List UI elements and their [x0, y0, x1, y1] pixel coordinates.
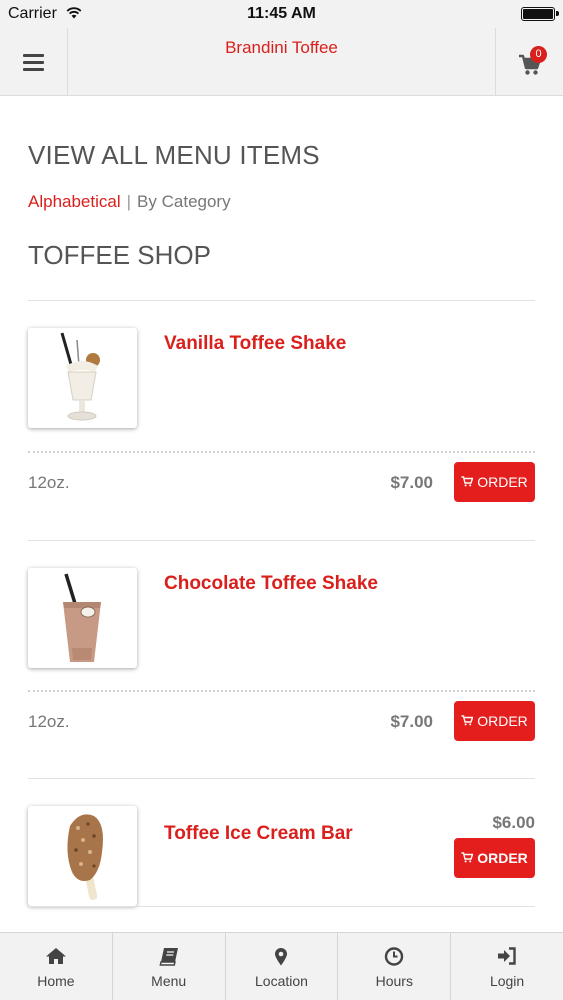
page-title: VIEW ALL MENU ITEMS — [28, 140, 320, 170]
order-button-label: ORDER — [477, 474, 528, 490]
tab-login[interactable]: Login — [451, 933, 563, 1000]
item-dotted-divider — [28, 451, 535, 453]
order-button[interactable]: ORDER — [454, 462, 535, 502]
cart-button[interactable]: 0 — [495, 28, 563, 96]
app-header: Brandini Toffee 0 — [0, 28, 563, 96]
tab-label: Login — [489, 973, 525, 989]
item-dotted-divider — [28, 690, 535, 692]
vanilla-shake-image[interactable] — [28, 328, 137, 428]
sort-alphabetical-link[interactable]: Alphabetical — [28, 192, 121, 211]
item-size: 12oz. — [28, 473, 70, 492]
cart-icon — [461, 713, 474, 729]
tab-label: Home — [37, 973, 75, 989]
map-pin-icon — [274, 947, 288, 971]
order-button-label: ORDER — [477, 850, 528, 866]
item-name[interactable]: Toffee Ice Cream Bar — [164, 823, 353, 845]
item-divider — [28, 906, 535, 907]
sort-by-category-link[interactable]: By Category — [137, 192, 231, 211]
item-divider — [28, 778, 535, 779]
order-button[interactable]: ORDER — [454, 701, 535, 741]
tab-label: Location — [255, 973, 308, 989]
tab-menu[interactable]: Menu — [113, 933, 226, 1000]
item-name[interactable]: Chocolate Toffee Shake — [164, 573, 378, 595]
status-time: 11:45 AM — [247, 5, 316, 22]
item-price: $6.00 — [492, 813, 535, 832]
bottom-tab-bar: Home Menu Location Hours Login — [0, 932, 563, 1000]
hamburger-menu-button[interactable] — [0, 28, 68, 96]
tab-label: Menu — [151, 973, 187, 989]
clock-icon — [385, 947, 404, 971]
book-icon — [159, 947, 179, 971]
item-size: 12oz. — [28, 712, 70, 731]
cart-count-badge: 0 — [530, 46, 547, 63]
sort-separator: | — [126, 192, 132, 211]
item-price: $7.00 — [390, 712, 433, 731]
item-price: $7.00 — [390, 473, 433, 492]
login-icon — [497, 947, 517, 970]
hamburger-icon — [23, 53, 44, 71]
sort-options: Alphabetical | By Category — [28, 192, 231, 212]
cart-icon — [461, 474, 474, 490]
status-bar: Carrier 11:45 AM — [0, 0, 563, 28]
brand-title: Brandini Toffee — [225, 38, 338, 57]
chocolate-shake-image[interactable] — [28, 568, 137, 668]
section-divider — [28, 300, 535, 301]
home-icon — [45, 947, 67, 970]
item-divider — [28, 540, 535, 541]
order-button-label: ORDER — [477, 713, 528, 729]
tab-label: Hours — [375, 973, 413, 989]
item-name[interactable]: Vanilla Toffee Shake — [164, 333, 346, 355]
tab-home[interactable]: Home — [0, 933, 113, 1000]
tab-location[interactable]: Location — [226, 933, 339, 1000]
tab-hours[interactable]: Hours — [338, 933, 452, 1000]
order-button[interactable]: ORDER — [454, 838, 535, 878]
ice-cream-bar-image[interactable] — [28, 806, 137, 906]
section-title: TOFFEE SHOP — [28, 240, 211, 270]
cart-icon — [461, 850, 474, 866]
battery-icon — [521, 7, 559, 21]
